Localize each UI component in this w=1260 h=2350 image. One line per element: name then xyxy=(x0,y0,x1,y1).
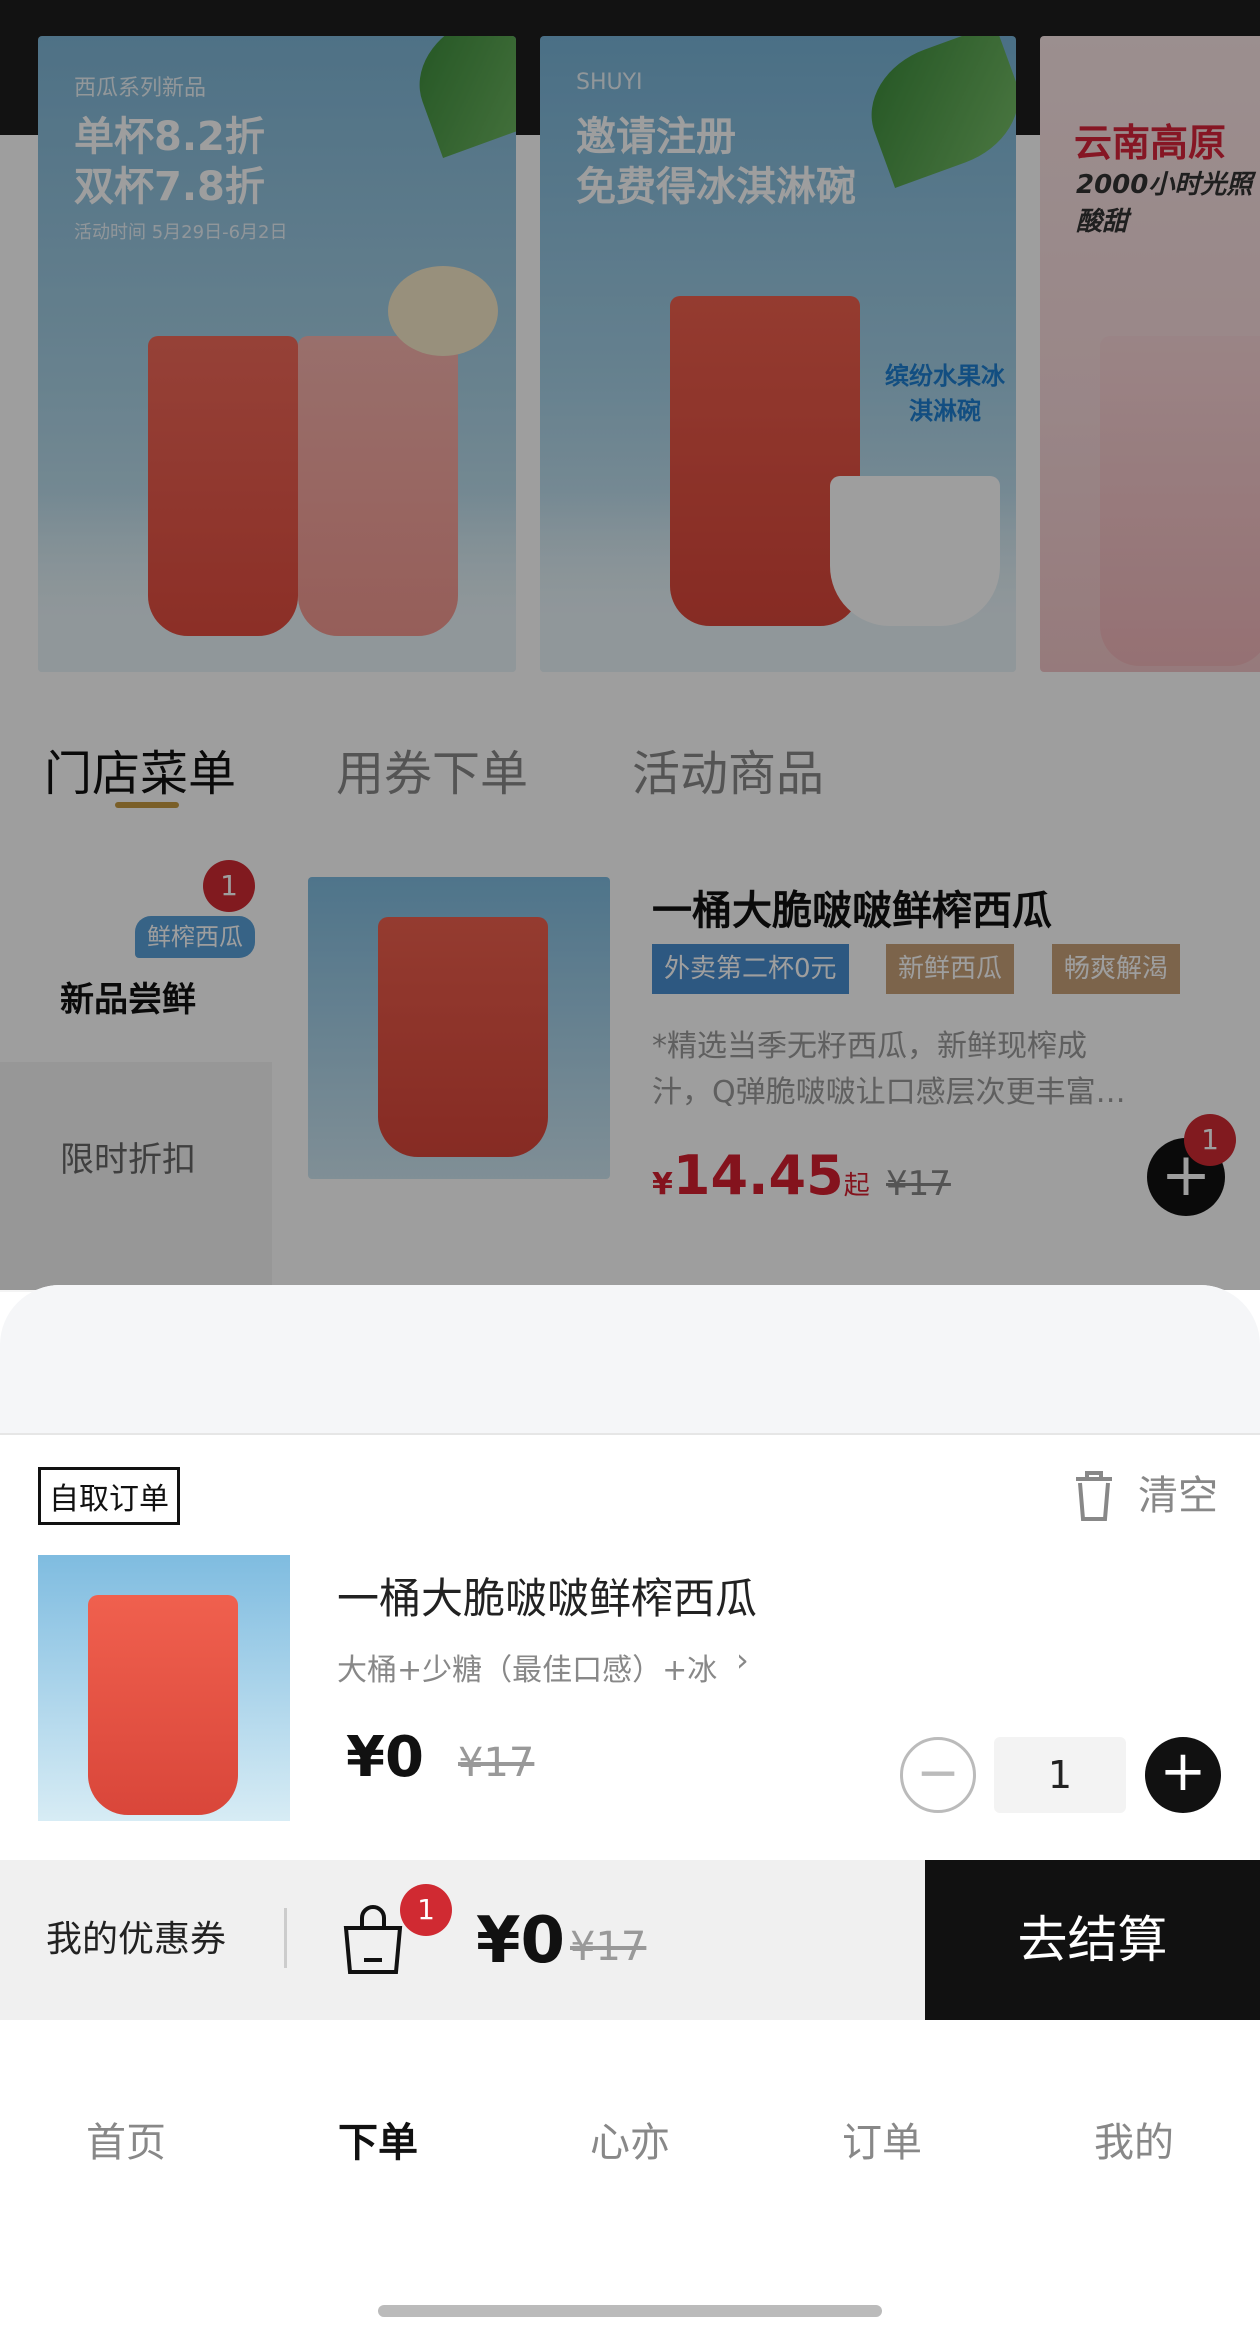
bottom-nav: 首页 下单 心亦 订单 我的 xyxy=(0,2020,1260,2210)
cart-total: ¥0 xyxy=(476,1904,566,1978)
cart-item-price: ¥0 xyxy=(346,1725,424,1790)
quantity-value[interactable]: 1 xyxy=(994,1737,1126,1813)
checkout-button[interactable]: 去结算 xyxy=(925,1860,1260,2020)
cart-item-image xyxy=(38,1555,290,1821)
drink-cup-image xyxy=(88,1595,238,1815)
cart-original-total: ¥17 xyxy=(570,1924,647,1970)
app-screen: 西瓜系列新品 单杯8.2折 双杯7.8折 活动时间 5月29日-6月2日 SHU… xyxy=(0,0,1260,2350)
modal-backdrop[interactable] xyxy=(0,0,1260,1290)
decrease-quantity-button[interactable]: − xyxy=(900,1737,976,1813)
nav-order[interactable]: 下单 xyxy=(298,2110,458,2168)
divider xyxy=(284,1908,287,1968)
shopping-bag-icon[interactable] xyxy=(340,1904,406,1976)
nav-xinyi[interactable]: 心亦 xyxy=(550,2110,710,2168)
nav-home[interactable]: 首页 xyxy=(46,2110,206,2168)
nav-profile[interactable]: 我的 xyxy=(1054,2110,1214,2168)
nav-orders[interactable]: 订单 xyxy=(802,2110,962,2168)
my-coupons-button[interactable]: 我的优惠券 xyxy=(46,1910,226,1962)
cart-count-badge: 1 xyxy=(400,1884,452,1936)
clear-cart-button[interactable]: 清空 xyxy=(1138,1463,1218,1521)
order-type-badge: 自取订单 xyxy=(38,1467,180,1525)
trash-icon[interactable] xyxy=(1070,1467,1118,1523)
checkout-bar: 我的优惠券 1 ¥0 ¥17 去结算 xyxy=(0,1860,1260,2020)
cart-item-spec[interactable]: 大桶+少糖（最佳口感）+冰 xyxy=(337,1645,717,1689)
increase-quantity-button[interactable]: + xyxy=(1145,1737,1221,1813)
cart-sheet: 自取订单 清空 一桶大脆啵啵鲜榨西瓜 大桶+少糖（最佳口感）+冰 › ¥0 ¥1… xyxy=(0,1285,1260,2350)
chevron-right-icon[interactable]: › xyxy=(736,1641,749,1679)
cart-item-original-price: ¥17 xyxy=(458,1740,535,1786)
cart-item-title: 一桶大脆啵啵鲜榨西瓜 xyxy=(337,1574,758,1623)
home-indicator[interactable] xyxy=(378,2305,882,2317)
cart-sheet-header xyxy=(0,1285,1260,1435)
